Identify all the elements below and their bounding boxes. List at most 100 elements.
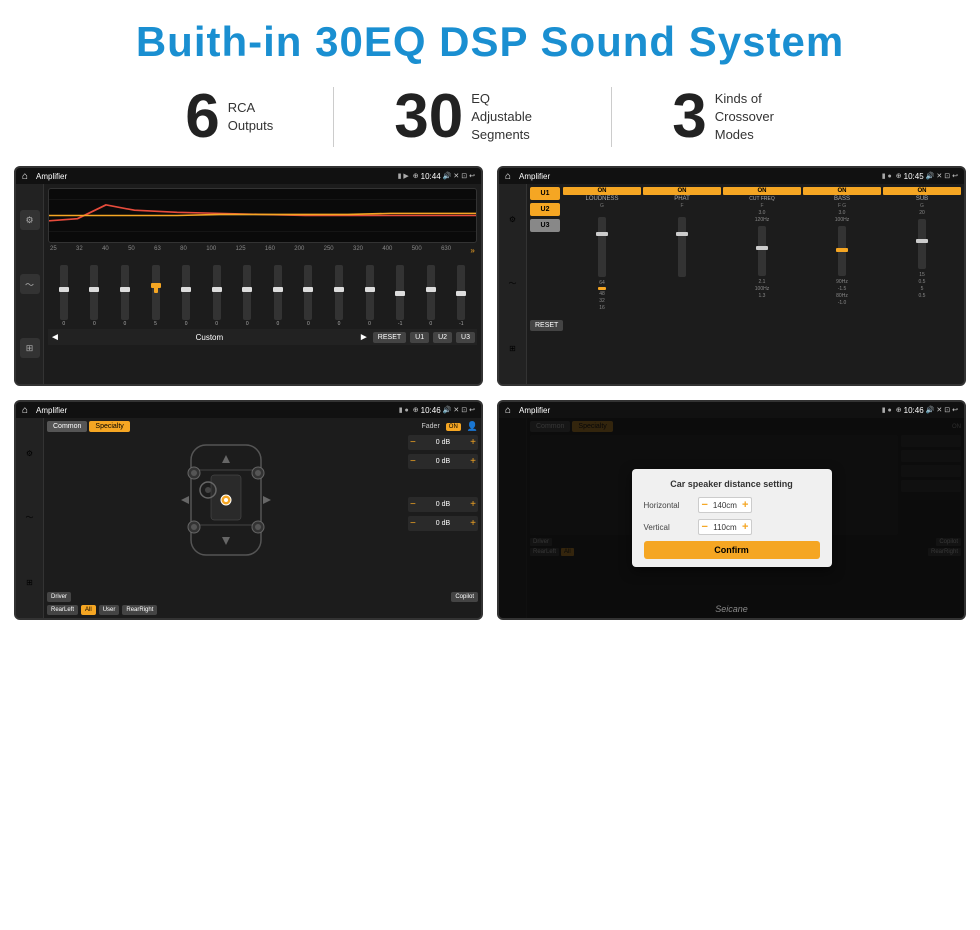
eq-slider-4[interactable]: 0 xyxy=(172,265,200,327)
dialog-confirm-button[interactable]: Confirm xyxy=(644,541,820,559)
spk-btn-all[interactable]: All xyxy=(81,605,96,615)
eq-slider-7[interactable]: 0 xyxy=(264,265,292,327)
seicane-watermark: Seicane xyxy=(715,604,748,614)
speaker-screen-body: ⚙ 〜 ⊞ Common Specialty Fader ON 👤 xyxy=(16,418,481,618)
dialog-screen: ⌂ Amplifier ▮ ● ⊕ 10:46 🔊 ✕ ⊡ ↩ Common xyxy=(497,400,966,620)
spk-btn-driver[interactable]: Driver xyxy=(47,592,71,602)
amp-reset-btn[interactable]: RESET xyxy=(530,320,563,331)
location-icon: ⊕ xyxy=(413,172,419,180)
amp-sub-slider[interactable] xyxy=(918,219,926,269)
amp-preset-u3[interactable]: U3 xyxy=(530,219,560,232)
speaker-tab-specialty[interactable]: Specialty xyxy=(89,421,129,432)
speaker-tab-common[interactable]: Common xyxy=(47,421,87,432)
vol-plus-3[interactable]: + xyxy=(470,518,476,529)
eq-next-btn[interactable]: ► xyxy=(359,332,369,343)
eq-slider-12[interactable]: 0 xyxy=(417,265,445,327)
amp-settings-icon[interactable]: ⚙ xyxy=(509,215,516,224)
spk-btn-copilot[interactable]: Copilot xyxy=(451,592,478,602)
eq-status-bar: ⌂ Amplifier ▮ ▶ ⊕ 10:44 🔊 ✕ ⊡ ↩ xyxy=(16,168,481,184)
vol-minus-2[interactable]: − xyxy=(410,499,416,510)
dialog-box: Car speaker distance setting Horizontal … xyxy=(632,469,832,567)
speaker-settings-icon[interactable]: ⚙ xyxy=(26,449,33,458)
vol-val-3: 0 dB xyxy=(418,520,468,527)
spk-btn-rearleft[interactable]: RearLeft xyxy=(47,605,78,615)
amp-main: U1 U2 U3 ON LOUDNESS G xyxy=(527,184,964,384)
dialog-horizontal-plus[interactable]: + xyxy=(742,499,748,511)
eq-slider-3[interactable]: 5 xyxy=(142,265,170,327)
eq-status-icons: ⊕ 10:44 🔊 ✕ ⊡ ↩ xyxy=(413,172,475,181)
amp-phat-slider[interactable] xyxy=(678,217,686,277)
amp-bass-header[interactable]: ON xyxy=(803,187,881,195)
home-icon[interactable]: ⌂ xyxy=(22,171,28,182)
dialog-horizontal-minus[interactable]: − xyxy=(702,499,708,511)
speaker-window-icon: ⊡ xyxy=(461,406,467,414)
amp-balance-icon[interactable]: ⊞ xyxy=(509,344,516,353)
stat-crossover-label: Kinds ofCrossover Modes xyxy=(715,90,795,145)
speaker-home-icon[interactable]: ⌂ xyxy=(22,405,28,416)
vol-val-2: 0 dB xyxy=(418,501,468,508)
speaker-wave-icon[interactable]: 〜 xyxy=(26,512,34,523)
eq-u1-btn[interactable]: U1 xyxy=(410,332,429,343)
amp-back-icon[interactable]: ↩ xyxy=(952,172,958,180)
amp-status-bar: ⌂ Amplifier ▮ ● ⊕ 10:45 🔊 ✕ ⊡ ↩ xyxy=(499,168,964,184)
amp-wave-icon[interactable]: 〜 xyxy=(509,278,517,289)
dialog-vertical-minus[interactable]: − xyxy=(702,521,708,533)
amp-cutfreq-header[interactable]: ON xyxy=(723,187,801,195)
speaker-volume-icon: 🔊 xyxy=(443,406,452,414)
eq-slider-11[interactable]: -1 xyxy=(386,265,414,327)
amp-bass-slider[interactable] xyxy=(838,226,846,276)
stats-row: 6 RCAOutputs 30 EQ AdjustableSegments 3 … xyxy=(0,76,980,162)
stat-crossover-number: 3 xyxy=(672,86,706,148)
eq-settings-icon[interactable]: ⚙ xyxy=(20,210,40,230)
eq-slider-13[interactable]: -1 xyxy=(448,265,476,327)
stat-rca: 6 RCAOutputs xyxy=(125,86,333,148)
fader-toggle[interactable]: ON xyxy=(446,423,461,431)
vol-minus-1[interactable]: − xyxy=(410,456,416,467)
amp-loudness-slider[interactable] xyxy=(598,217,606,277)
amp-phat-header[interactable]: ON xyxy=(643,187,721,195)
eq-main: 253240506380 100125160200250320 40050063… xyxy=(44,184,481,384)
dialog-app-title: Amplifier xyxy=(519,406,878,415)
eq-reset-btn[interactable]: RESET xyxy=(373,332,406,343)
amp-preset-u2[interactable]: U2 xyxy=(530,203,560,216)
spk-btn-rearright[interactable]: RearRight xyxy=(122,605,157,615)
amp-home-icon[interactable]: ⌂ xyxy=(505,171,511,182)
eq-slider-9[interactable]: 0 xyxy=(325,265,353,327)
eq-slider-1[interactable]: 0 xyxy=(81,265,109,327)
vol-plus-0[interactable]: + xyxy=(470,437,476,448)
amp-cutfreq-slider[interactable] xyxy=(758,226,766,276)
eq-u2-btn[interactable]: U2 xyxy=(433,332,452,343)
vol-plus-1[interactable]: + xyxy=(470,456,476,467)
profile-icon[interactable]: 👤 xyxy=(467,421,478,432)
spk-btn-user[interactable]: User xyxy=(99,605,120,615)
amp-location-icon: ⊕ xyxy=(896,172,902,180)
eq-slider-2[interactable]: 0 xyxy=(111,265,139,327)
vol-minus-3[interactable]: − xyxy=(410,518,416,529)
stat-eq-number: 30 xyxy=(394,86,463,148)
eq-slider-5[interactable]: 0 xyxy=(203,265,231,327)
dialog-back-icon[interactable]: ↩ xyxy=(952,406,958,414)
eq-slider-8[interactable]: 0 xyxy=(295,265,323,327)
amp-loudness-header[interactable]: ON xyxy=(563,187,641,195)
dialog-close-icon: ✕ xyxy=(936,406,942,414)
dialog-vertical-plus[interactable]: + xyxy=(742,521,748,533)
eq-slider-10[interactable]: 0 xyxy=(356,265,384,327)
speaker-app-title: Amplifier xyxy=(36,406,395,415)
eq-slider-0[interactable]: 0 xyxy=(50,265,78,327)
eq-u3-btn[interactable]: U3 xyxy=(456,332,475,343)
fader-label: Fader xyxy=(421,423,439,430)
speaker-back-icon[interactable]: ↩ xyxy=(469,406,475,414)
eq-screen-body: ⚙ 〜 ⊞ xyxy=(16,184,481,384)
amp-preset-u1[interactable]: U1 xyxy=(530,187,560,200)
eq-wave-icon[interactable]: 〜 xyxy=(20,274,40,294)
vol-plus-2[interactable]: + xyxy=(470,499,476,510)
dialog-home-icon[interactable]: ⌂ xyxy=(505,405,511,416)
eq-balance-icon[interactable]: ⊞ xyxy=(20,338,40,358)
amp-sub-header[interactable]: ON xyxy=(883,187,961,195)
dialog-location-icon: ⊕ xyxy=(896,406,902,414)
vol-minus-0[interactable]: − xyxy=(410,437,416,448)
speaker-balance-icon[interactable]: ⊞ xyxy=(26,578,33,587)
eq-prev-btn[interactable]: ◄ xyxy=(50,332,60,343)
back-icon[interactable]: ↩ xyxy=(469,172,475,180)
eq-slider-6[interactable]: 0 xyxy=(233,265,261,327)
